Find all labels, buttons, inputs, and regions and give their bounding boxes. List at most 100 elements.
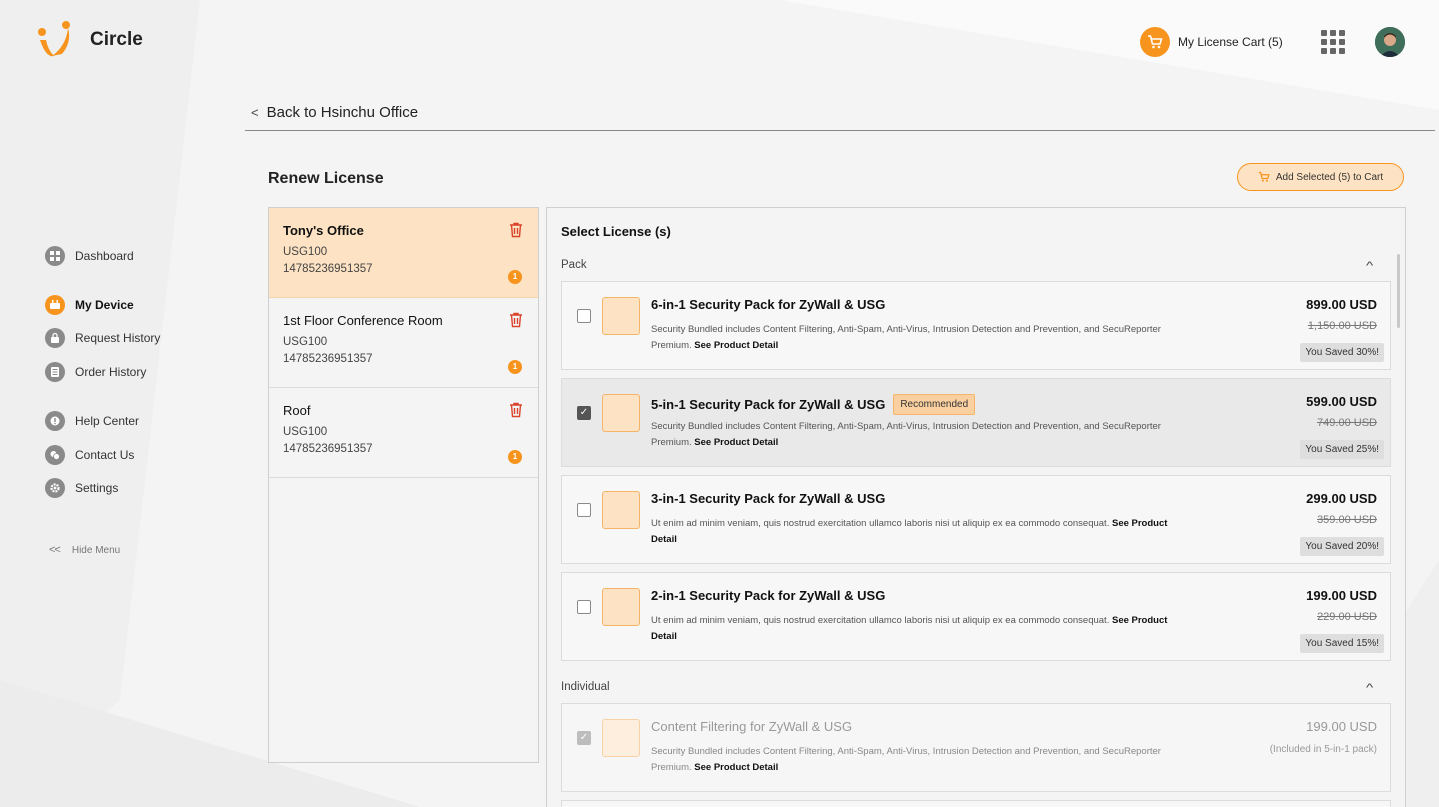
- sidebar-item-request-history[interactable]: Request History: [45, 328, 160, 348]
- sidebar-item-label: Dashboard: [75, 249, 134, 263]
- device-model: USG100: [283, 426, 328, 438]
- saved-badge: You Saved 25%!: [1300, 440, 1384, 459]
- double-chevron-left-icon: <<: [49, 544, 61, 556]
- sidebar-item-order-history[interactable]: Order History: [45, 362, 146, 382]
- license-card[interactable]: [561, 800, 1391, 807]
- saved-badge: You Saved 15%!: [1300, 634, 1384, 653]
- saved-badge: You Saved 30%!: [1300, 343, 1384, 362]
- product-thumbnail: [602, 297, 640, 335]
- price: 599.00 USD: [1306, 394, 1377, 409]
- old-price: 749.00 USD: [1317, 417, 1377, 429]
- license-card[interactable]: 3-in-1 Security Pack for ZyWall & USG Ut…: [561, 475, 1391, 564]
- sidebar-item-my-device[interactable]: My Device: [45, 295, 134, 315]
- license-checkbox[interactable]: [577, 309, 591, 323]
- license-title: 2-in-1 Security Pack for ZyWall & USG: [651, 588, 886, 603]
- sidebar-item-settings[interactable]: Settings: [45, 478, 118, 498]
- chevron-left-icon: <: [251, 105, 259, 120]
- back-label: Back to Hsinchu Office: [266, 104, 419, 121]
- included-note: (Included in 5-in-1 pack): [1269, 744, 1377, 755]
- product-thumbnail: [602, 588, 640, 626]
- device-item[interactable]: Roof USG100 14785236951357 1: [269, 388, 538, 478]
- device-badge: 1: [508, 450, 522, 464]
- help-icon: [45, 411, 65, 431]
- trash-icon[interactable]: [509, 222, 523, 238]
- license-title-row: Content Filtering for ZyWall & USG: [651, 719, 852, 734]
- license-card[interactable]: 2-in-1 Security Pack for ZyWall & USG Ut…: [561, 572, 1391, 661]
- sidebar-item-label: My Device: [75, 298, 134, 312]
- add-button-label: Add Selected (5) to Cart: [1275, 171, 1384, 183]
- product-thumbnail: [602, 491, 640, 529]
- old-price: 1,150.00 USD: [1307, 320, 1377, 332]
- recommended-badge: Recommended: [893, 394, 976, 415]
- scrollbar[interactable]: [1397, 254, 1400, 328]
- app-logo[interactable]: Circle: [36, 20, 143, 60]
- back-link[interactable]: < Back to Hsinchu Office: [251, 104, 418, 121]
- license-checkbox[interactable]: [577, 503, 591, 517]
- device-serial: 14785236951357: [283, 443, 373, 455]
- license-description: Security Bundled includes Content Filter…: [651, 322, 1191, 354]
- hide-menu-button[interactable]: << Hide Menu: [49, 544, 120, 556]
- license-checkbox[interactable]: ✓: [577, 406, 591, 420]
- license-title-row: 5-in-1 Security Pack for ZyWall & USG Rec…: [651, 394, 976, 415]
- device-item[interactable]: 1st Floor Conference Room USG100 1478523…: [269, 298, 538, 388]
- individual-section-label: Individual: [561, 681, 610, 693]
- device-serial: 14785236951357: [283, 263, 373, 275]
- license-panel: Select License (s) Pack ^ 6-in-1 Securit…: [546, 207, 1406, 807]
- license-card: ✓ Content Filtering for ZyWall & USG Sec…: [561, 703, 1391, 792]
- license-description: Ut enim ad minim veniam, quis nostrud ex…: [651, 613, 1191, 645]
- device-badge: 1: [508, 270, 522, 284]
- license-card[interactable]: 6-in-1 Security Pack for ZyWall & USG Se…: [561, 281, 1391, 370]
- chat-icon: [45, 445, 65, 465]
- price: 199.00 USD: [1306, 719, 1377, 734]
- circle-logo-icon: [38, 21, 70, 57]
- price: 899.00 USD: [1306, 297, 1377, 312]
- see-product-detail-link[interactable]: See Product Detail: [694, 437, 778, 448]
- device-badge: 1: [508, 360, 522, 374]
- app-name: Circle: [90, 29, 143, 50]
- device-name: 1st Floor Conference Room: [283, 313, 443, 328]
- trash-icon[interactable]: [509, 312, 523, 328]
- device-model: USG100: [283, 246, 328, 258]
- device-item[interactable]: Tony's Office USG100 14785236951357 1: [269, 208, 538, 298]
- chevron-up-icon[interactable]: ^: [1366, 260, 1373, 272]
- old-price: 229.00 USD: [1317, 611, 1377, 623]
- sidebar-item-label: Help Center: [75, 414, 140, 428]
- device-name: Roof: [283, 403, 311, 418]
- license-title-row: 2-in-1 Security Pack for ZyWall & USG: [651, 588, 885, 603]
- old-price: 359.00 USD: [1317, 514, 1377, 526]
- apps-grid-icon[interactable]: [1321, 30, 1345, 54]
- price: 299.00 USD: [1306, 491, 1377, 506]
- user-avatar[interactable]: [1375, 27, 1405, 57]
- license-cart-button[interactable]: My License Cart (5): [1140, 27, 1283, 57]
- license-card[interactable]: ✓ 5-in-1 Security Pack for ZyWall & USG R…: [561, 378, 1391, 467]
- product-thumbnail: [602, 719, 640, 757]
- device-serial: 14785236951357: [283, 353, 373, 365]
- cart-icon: [1140, 27, 1170, 57]
- sidebar-item-help-center[interactable]: Help Center: [45, 411, 139, 431]
- description-text: Ut enim ad minim veniam, quis nostrud ex…: [651, 518, 1110, 529]
- price: 199.00 USD: [1306, 588, 1377, 603]
- device-name: Tony's Office: [283, 223, 364, 238]
- license-checkbox[interactable]: [577, 600, 591, 614]
- product-thumbnail: [602, 394, 640, 432]
- pack-section-label: Pack: [561, 259, 587, 271]
- see-product-detail-link[interactable]: See Product Detail: [694, 340, 778, 351]
- trash-icon[interactable]: [509, 402, 523, 418]
- device-icon: [45, 295, 65, 315]
- sidebar-item-label: Request History: [75, 331, 161, 345]
- license-title-row: 3-in-1 Security Pack for ZyWall & USG: [651, 491, 885, 506]
- license-title: 5-in-1 Security Pack for ZyWall & USG: [651, 397, 886, 412]
- gear-icon: [45, 478, 65, 498]
- see-product-detail-link[interactable]: See Product Detail: [694, 762, 778, 773]
- add-selected-to-cart-button[interactable]: Add Selected (5) to Cart: [1237, 163, 1404, 191]
- chevron-up-icon[interactable]: ^: [1366, 682, 1373, 694]
- license-description: Ut enim ad minim veniam, quis nostrud ex…: [651, 516, 1191, 548]
- license-title: 3-in-1 Security Pack for ZyWall & USG: [651, 491, 886, 506]
- cart-icon: [1258, 171, 1270, 182]
- cart-label: My License Cart (5): [1178, 35, 1283, 49]
- page-title: Renew License: [268, 170, 384, 187]
- license-title: 6-in-1 Security Pack for ZyWall & USG: [651, 297, 886, 312]
- divider: [245, 130, 1435, 131]
- sidebar-item-contact-us[interactable]: Contact Us: [45, 445, 134, 465]
- sidebar-item-dashboard[interactable]: Dashboard: [45, 246, 134, 266]
